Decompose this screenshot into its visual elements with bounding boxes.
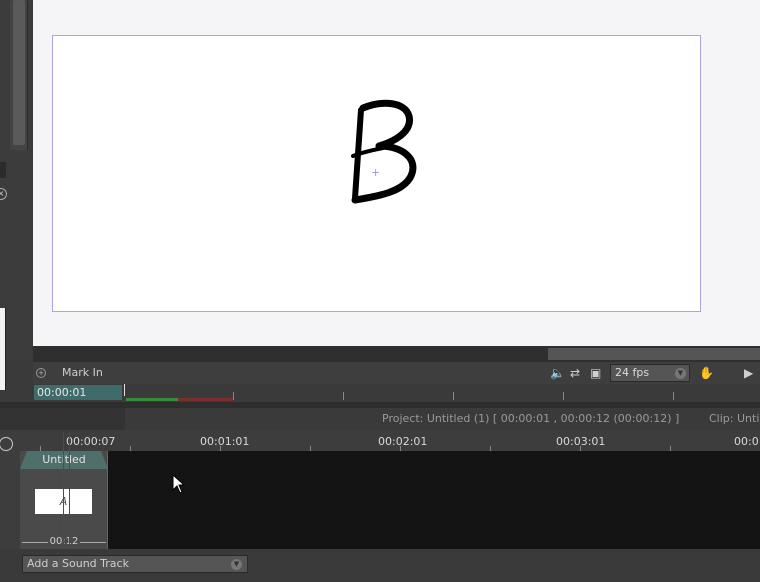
current-timecode[interactable]: 00:00:01 [34, 385, 122, 400]
drawing-stroke-b[interactable] [343, 96, 423, 206]
fps-select[interactable]: 24 fps ▼ [610, 364, 690, 382]
left-panel: × [0, 0, 32, 360]
timeline-track[interactable] [20, 451, 760, 549]
scrubber-range-played [126, 398, 178, 401]
clip-info: Clip: Unti [709, 412, 760, 425]
chevron-down-icon: ▼ [231, 559, 242, 570]
playback-toolbar: + Mark In 🔈 ⇄ ▣ 24 fps ▼ ✋ ▶ [33, 362, 760, 384]
project-info: Project: Untitled (1) [ 00:00:01 , 00:00… [382, 412, 680, 425]
speaker-icon[interactable]: 🔈 [550, 365, 565, 381]
left-panel-preview [0, 308, 6, 390]
mouse-cursor-icon [172, 474, 186, 494]
canvas-view[interactable]: + [33, 0, 760, 346]
ruler-toggle-icon[interactable] [0, 437, 13, 451]
ruler-label: 00:0 [734, 435, 759, 448]
play-icon[interactable]: ▶ [744, 365, 753, 381]
camera-frame[interactable]: + [52, 35, 701, 312]
scrubber-tick [453, 392, 454, 400]
hand-icon[interactable]: ✋ [699, 365, 714, 381]
add-sound-track-label: Add a Sound Track [27, 557, 129, 570]
left-scrollbar-thumb[interactable] [13, 0, 25, 145]
ruler-label: 00:00:07 [66, 435, 116, 448]
mark-in-label[interactable]: Mark In [62, 366, 103, 379]
loop-icon[interactable]: ⇄ [570, 365, 580, 381]
timeline-ruler[interactable]: 00:00:07 00:01:01 00:02:01 00:03:01 00:0 [0, 430, 760, 451]
frame-icon[interactable]: ▣ [590, 365, 601, 381]
add-sound-track-select[interactable]: Add a Sound Track ▼ [22, 555, 248, 573]
info-bar-left [0, 408, 125, 430]
track-header [0, 451, 20, 549]
scrubber-tick [673, 392, 674, 400]
scrubber-tick [233, 392, 234, 400]
chevron-down-icon: ▼ [675, 368, 686, 379]
ruler-label: 00:02:01 [378, 435, 428, 448]
canvas-horizontal-scrollbar[interactable] [33, 346, 760, 362]
center-marker: + [371, 166, 381, 179]
scrubber-tick [343, 392, 344, 400]
ruler-label: 00:01:01 [200, 435, 250, 448]
scrubber-track[interactable] [123, 384, 760, 402]
timeline-info-bar: Project: Untitled (1) [ 00:00:01 , 00:00… [0, 408, 760, 430]
left-panel-tab[interactable] [0, 162, 6, 178]
mark-in-icon[interactable]: + [36, 368, 46, 378]
scrubber-row: 00:00:01 [33, 384, 760, 402]
sound-track-row: Add a Sound Track ▼ [0, 549, 760, 582]
close-icon[interactable]: × [0, 188, 7, 200]
scrubber-head[interactable] [124, 384, 125, 396]
scrubber-range-remaining [178, 398, 233, 401]
canvas-scrollbar-thumb[interactable] [548, 348, 760, 360]
fps-value: 24 fps [615, 366, 650, 379]
scrubber-tick [563, 392, 564, 400]
